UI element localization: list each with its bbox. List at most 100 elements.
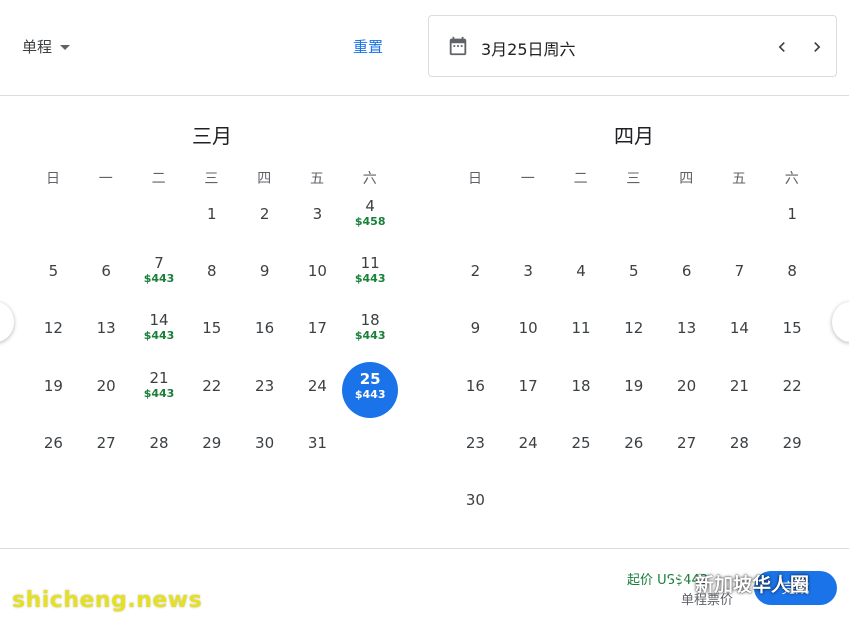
calendar-day[interactable]: 17 <box>291 306 343 358</box>
calendar-day[interactable]: 9 <box>239 249 291 301</box>
calendar-day[interactable]: 5 <box>608 249 660 301</box>
calendar-day[interactable]: 14 $443 <box>133 306 185 358</box>
calendar-day[interactable]: 4 $458 <box>344 192 396 244</box>
calendar-day[interactable]: 21 $443 <box>133 364 185 416</box>
calendar-day[interactable]: 3 <box>502 249 554 301</box>
calendar-day[interactable]: 11 <box>555 306 607 358</box>
day-number: 8 <box>207 262 217 281</box>
calendar-day[interactable]: 13 <box>80 306 132 358</box>
month-title: 四月 <box>614 124 654 148</box>
day-number: 29 <box>202 433 222 452</box>
calendar-day[interactable]: 16 <box>239 306 291 358</box>
calendar-day[interactable]: 8 <box>766 249 818 301</box>
calendar-day[interactable]: 22 <box>186 364 238 416</box>
calendar-day[interactable]: 20 <box>661 364 713 416</box>
calendar-day[interactable]: 23 <box>239 364 291 416</box>
calendar-day[interactable]: 29 <box>766 421 818 473</box>
chevron-left-icon <box>778 42 785 52</box>
calendar-day[interactable]: 22 <box>766 364 818 416</box>
reset-button[interactable]: 重置 <box>353 36 383 57</box>
calendar-day[interactable]: 15 <box>186 306 238 358</box>
weekday-header: 日一二三四五六 <box>449 168 819 188</box>
calendar-day[interactable]: 6 <box>80 249 132 301</box>
day-number: 14 <box>729 319 749 338</box>
calendar-day[interactable]: 28 <box>713 421 765 473</box>
calendar-day[interactable]: 27 <box>80 421 132 473</box>
calendar-day[interactable]: 12 <box>27 306 79 358</box>
calendar-day[interactable]: 8 <box>186 249 238 301</box>
calendar-day[interactable]: 4 <box>555 249 607 301</box>
calendar-day[interactable]: 14 <box>713 306 765 358</box>
calendar-day[interactable]: 9 <box>449 306 501 358</box>
day-number: 1 <box>787 205 797 223</box>
calendar-day[interactable]: 10 <box>502 306 554 358</box>
calendar-day[interactable]: 20 <box>80 364 132 416</box>
scroll-right-tab[interactable] <box>832 302 849 342</box>
trip-type-dropdown[interactable]: 单程 <box>22 34 71 58</box>
calendar-day[interactable]: 1 <box>186 192 238 244</box>
calendar-day[interactable]: 13 <box>661 306 713 358</box>
calendar-day[interactable]: 2 <box>449 249 501 301</box>
day-number: 26 <box>624 433 644 452</box>
calendar-day[interactable]: 18 $443 <box>344 306 396 358</box>
calendar-day[interactable]: 17 <box>502 364 554 416</box>
calendar-day[interactable]: 31 <box>291 421 343 473</box>
day-number: 20 <box>96 376 116 395</box>
day-number: 5 <box>629 262 639 281</box>
day-number: 3 <box>312 205 323 223</box>
day-number: 11 <box>360 254 380 273</box>
calendar-day[interactable]: 10 <box>291 249 343 301</box>
calendar-day[interactable]: 24 <box>291 364 343 416</box>
calendar-day[interactable]: 21 <box>713 364 765 416</box>
calendar-day-selected[interactable]: 25 $443 <box>342 361 399 418</box>
scroll-left-tab[interactable] <box>0 302 14 342</box>
calendar-day[interactable]: 19 <box>608 364 660 416</box>
day-number: 10 <box>518 319 538 338</box>
selected-date-field[interactable]: 3月25日周六 <box>428 15 837 77</box>
calendar-day[interactable]: 26 <box>27 421 79 473</box>
calendar-day[interactable]: 11 $443 <box>344 249 396 301</box>
calendar-day[interactable]: 30 <box>239 421 291 473</box>
day-number: 2 <box>470 262 481 281</box>
day-number: 2 <box>259 205 270 223</box>
chevron-right-icon <box>814 42 821 52</box>
watermark-shicheng: shicheng.news <box>12 588 203 613</box>
calendar-day[interactable]: 29 <box>186 421 238 473</box>
weekday-label: 六 <box>362 171 377 187</box>
calendar-day[interactable]: 26 <box>608 421 660 473</box>
calendar-day[interactable]: 6 <box>661 249 713 301</box>
day-number: 1 <box>207 205 217 223</box>
day-number: 30 <box>465 491 485 509</box>
calendar-day[interactable]: 18 <box>555 364 607 416</box>
calendar-day[interactable]: 16 <box>449 364 501 416</box>
calendar-day[interactable]: 15 <box>766 306 818 358</box>
day-number: 7 <box>154 254 164 273</box>
calendar-day[interactable]: 12 <box>608 306 660 358</box>
calendar-day[interactable]: 2 <box>239 192 291 244</box>
calendar-day[interactable]: 1 <box>766 192 818 244</box>
day-number: 6 <box>101 262 111 281</box>
day-number: 28 <box>729 433 749 452</box>
day-number: 16 <box>465 376 485 395</box>
calendar-day[interactable]: 5 <box>27 249 79 301</box>
calendar-day[interactable]: 27 <box>661 421 713 473</box>
calendar-day[interactable]: 24 <box>502 421 554 473</box>
previous-date-button[interactable] <box>768 33 796 61</box>
calendar-day[interactable]: 23 <box>449 421 501 473</box>
next-date-button[interactable] <box>803 33 831 61</box>
day-number: 19 <box>624 376 644 395</box>
calendar-day[interactable]: 28 <box>133 421 185 473</box>
day-number: 24 <box>518 433 538 452</box>
calendar-day[interactable]: 3 <box>291 192 343 244</box>
weekday-label: 二 <box>573 171 588 187</box>
weekday-label: 四 <box>679 171 694 187</box>
calendar-day[interactable]: 7 $443 <box>133 249 185 301</box>
weekday-label: 五 <box>732 171 746 187</box>
weekday-header: 日一二三四五六 <box>27 168 397 188</box>
calendar-day[interactable]: 19 <box>27 364 79 416</box>
date-picker-header: 单程 重置 3月25日周六 <box>0 0 849 96</box>
day-number: 29 <box>782 433 802 452</box>
calendar-day[interactable]: 7 <box>713 249 765 301</box>
calendar-day[interactable]: 30 <box>449 478 501 530</box>
calendar-day[interactable]: 25 <box>555 421 607 473</box>
